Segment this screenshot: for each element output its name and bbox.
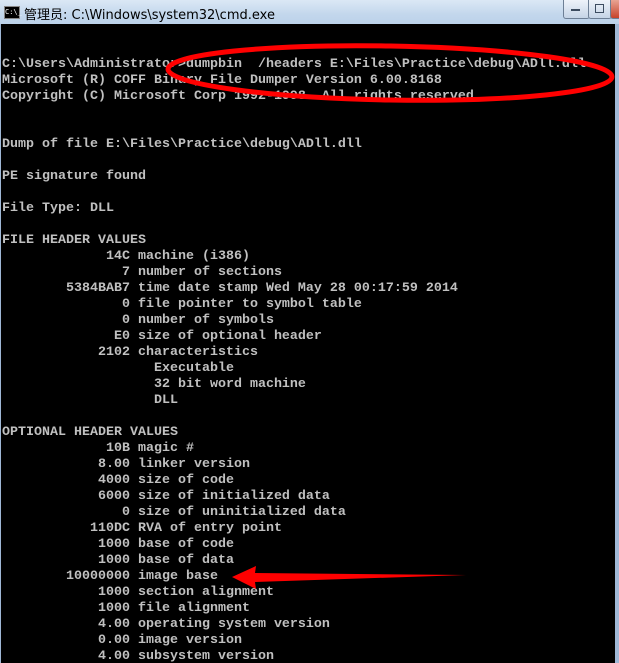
window-border-right[interactable] [615, 24, 619, 663]
console-line: 8.00 linker version [2, 457, 250, 472]
console-line: 0 number of symbols [2, 313, 274, 328]
minimize-button[interactable] [563, 0, 590, 19]
console-line: 6000 size of initialized data [2, 489, 330, 504]
console-line: 5384BAB7 time date stamp Wed May 28 00:1… [2, 281, 458, 296]
console-line: C:\Users\Administrator>dumpbin /headers … [2, 57, 586, 72]
window-border-left [0, 24, 1, 663]
window-title: 管理员: C:\Windows\system32\cmd.exe [24, 8, 275, 23]
console-line: E0 size of optional header [2, 329, 322, 344]
console-line: FILE HEADER VALUES [2, 233, 146, 248]
minimize-icon [571, 9, 580, 11]
console-line: 2102 characteristics [2, 345, 258, 360]
console-line: Microsoft (R) COFF Binary File Dumper Ve… [2, 73, 442, 88]
console-line: OPTIONAL HEADER VALUES [2, 425, 178, 440]
console-line: 1000 base of code [2, 537, 234, 552]
console-line: 14C machine (i386) [2, 249, 250, 264]
console-line: 1000 section alignment [2, 585, 274, 600]
console-output[interactable]: C:\Users\Administrator>dumpbin /headers … [2, 25, 615, 663]
console-line: 10B magic # [2, 441, 194, 456]
console-line: File Type: DLL [2, 201, 114, 216]
cmd-icon: C:\_ [4, 6, 22, 19]
maximize-button[interactable] [588, 0, 612, 19]
console-line: Dump of file E:\Files\Practice\debug\ADl… [2, 137, 362, 152]
close-button[interactable] [610, 0, 619, 19]
cmd-window: C:\_ 管理员: C:\Windows\system32\cmd.exe C:… [0, 0, 619, 663]
console-line: 1000 base of data [2, 553, 234, 568]
console-line: 0.00 image version [2, 633, 242, 648]
console-line: PE signature found [2, 169, 146, 184]
console-line: 10000000 image base [2, 569, 218, 584]
console-line: Executable [2, 361, 234, 376]
console-line: 4.00 operating system version [2, 617, 330, 632]
console-line: 4.00 subsystem version [2, 649, 274, 663]
title-bar[interactable]: C:\_ 管理员: C:\Windows\system32\cmd.exe [0, 0, 619, 24]
console-line: Copyright (C) Microsoft Corp 1992-1998. … [2, 89, 482, 104]
console-line: 32 bit word machine [2, 377, 306, 392]
console-line: 4000 size of code [2, 473, 234, 488]
console-line: 0 size of uninitialized data [2, 505, 346, 520]
restore-icon [595, 4, 604, 13]
console-line: 110DC RVA of entry point [2, 521, 282, 536]
console-line: 1000 file alignment [2, 601, 250, 616]
console-line: 7 number of sections [2, 265, 282, 280]
console-line: DLL [2, 393, 178, 408]
console-line: 0 file pointer to symbol table [2, 297, 362, 312]
